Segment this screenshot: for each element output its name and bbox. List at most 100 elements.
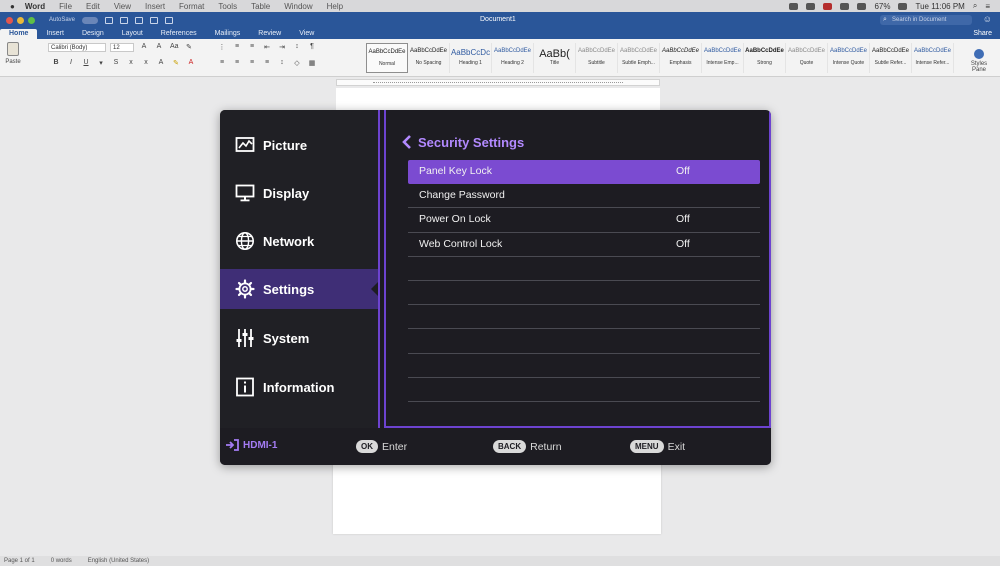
row-power-on-lock[interactable]: Power On Lock Off <box>408 208 760 233</box>
row-change-password[interactable]: Change Password <box>408 184 760 209</box>
font-color-icon[interactable]: A <box>187 59 195 67</box>
grow-font-icon[interactable]: A <box>140 43 148 51</box>
tab-review[interactable]: Review <box>249 29 290 39</box>
clear-format-icon[interactable]: ✎ <box>185 43 193 51</box>
superscript-icon[interactable]: x <box>142 59 150 67</box>
input-source[interactable]: HDMI-1 <box>226 439 277 451</box>
menu-app[interactable]: Word <box>25 2 45 11</box>
justify-icon[interactable]: ≡ <box>263 59 271 67</box>
style-subtitle[interactable]: AaBbCcDdEe Subtitle <box>576 43 618 73</box>
style-intense-quote[interactable]: AaBbCcDdEe Intense Quote <box>828 43 870 73</box>
paste-button[interactable]: Paste <box>3 42 23 65</box>
menu-table[interactable]: Table <box>251 2 270 11</box>
align-center-icon[interactable]: ≡ <box>233 59 241 67</box>
align-left-icon[interactable]: ≡ <box>218 59 226 67</box>
word-count[interactable]: 0 words <box>51 556 72 566</box>
app-status-icon[interactable] <box>823 2 833 10</box>
style-heading-1[interactable]: AaBbCcDc Heading 1 <box>450 43 492 73</box>
sidebar-item-network[interactable]: Network <box>220 221 378 261</box>
bullets-icon[interactable]: ⋮ <box>218 43 226 51</box>
shading-icon[interactable]: ◇ <box>293 59 301 67</box>
cloud-icon[interactable] <box>806 2 816 10</box>
volume-icon[interactable] <box>857 2 867 10</box>
line-spacing-icon[interactable]: ↕ <box>278 59 286 67</box>
highlight-icon[interactable]: ✎ <box>172 59 180 67</box>
autosave-toggle[interactable] <box>82 16 99 24</box>
hint-menu-exit[interactable]: MENU Exit <box>630 440 685 453</box>
style-normal[interactable]: AaBbCcDdEe Normal <box>366 43 408 73</box>
print-icon[interactable] <box>165 16 174 24</box>
tab-view[interactable]: View <box>290 29 323 39</box>
redo-icon[interactable] <box>150 16 159 24</box>
underline-dropdown-icon[interactable]: ▾ <box>97 59 105 67</box>
menu-help[interactable]: Help <box>327 2 343 11</box>
tab-design[interactable]: Design <box>73 29 113 39</box>
wifi-icon[interactable] <box>840 2 850 10</box>
paragraph-marks-icon[interactable]: ¶ <box>308 43 316 51</box>
menu-edit[interactable]: Edit <box>86 2 100 11</box>
row-web-control-lock[interactable]: Web Control Lock Off <box>408 233 760 257</box>
menu-window[interactable]: Window <box>284 2 312 11</box>
row-panel-key-lock[interactable]: Panel Key Lock Off <box>408 160 760 185</box>
text-effects-icon[interactable]: A <box>157 59 165 67</box>
font-name-select[interactable]: Calibri (Body) <box>48 43 106 52</box>
style-quote[interactable]: AaBbCcDdEe Quote <box>786 43 828 73</box>
multilevel-list-icon[interactable]: ≡ <box>248 43 256 51</box>
sidebar-item-display[interactable]: Display <box>220 173 378 213</box>
sidebar-item-information[interactable]: Information <box>220 367 378 407</box>
increase-indent-icon[interactable]: ⇥ <box>278 43 286 51</box>
tab-mailings[interactable]: Mailings <box>206 29 250 39</box>
bold-icon[interactable]: B <box>52 59 60 67</box>
style-emphasis[interactable]: AaBbCcDdEe Emphasis <box>660 43 702 73</box>
menu-insert[interactable]: Insert <box>145 2 165 11</box>
notification-center-icon[interactable]: ≡ <box>985 2 990 11</box>
document-page[interactable] <box>336 88 660 112</box>
align-right-icon[interactable]: ≡ <box>248 59 256 67</box>
save-icon[interactable] <box>120 16 129 24</box>
style-subtle-reference[interactable]: AaBbCcDdEe Subtle Refer... <box>870 43 912 73</box>
feedback-smiley-icon[interactable]: ☺ <box>983 14 992 24</box>
sort-icon[interactable]: ↕ <box>293 43 301 51</box>
styles-pane-button[interactable]: Styles Pane <box>968 49 990 73</box>
menu-format[interactable]: Format <box>179 2 204 11</box>
tab-home[interactable]: Home <box>0 29 38 39</box>
horizontal-ruler[interactable] <box>336 79 660 86</box>
close-window-button[interactable] <box>6 16 13 24</box>
language-status[interactable]: English (United States) <box>88 556 149 566</box>
style-title[interactable]: AaBb(Title <box>534 43 576 73</box>
menu-tools[interactable]: Tools <box>218 2 237 11</box>
sidebar-item-settings[interactable]: Settings <box>220 269 379 309</box>
battery-percent[interactable]: 67% <box>874 2 890 11</box>
sidebar-item-picture[interactable]: Picture <box>220 125 378 165</box>
italic-icon[interactable]: I <box>67 59 75 67</box>
zoom-window-button[interactable] <box>28 16 35 24</box>
share-button[interactable]: Share <box>973 30 992 39</box>
page-count[interactable]: Page 1 of 1 <box>4 556 35 566</box>
hint-ok-enter[interactable]: OK Enter <box>356 440 407 453</box>
battery-icon[interactable] <box>898 2 908 10</box>
menu-view[interactable]: View <box>114 2 131 11</box>
sidebar-item-system[interactable]: System <box>220 318 378 358</box>
font-size-select[interactable]: 12 <box>110 43 134 52</box>
style-intense-reference[interactable]: AaBbCcDdEe Intense Refer... <box>912 43 954 73</box>
shrink-font-icon[interactable]: A <box>155 43 163 51</box>
underline-icon[interactable]: U <box>82 59 90 67</box>
menubar-clock[interactable]: Tue 11:06 PM <box>915 2 964 11</box>
strikethrough-icon[interactable]: S <box>112 59 120 67</box>
back-chevron-icon[interactable] <box>400 134 414 150</box>
style-heading-2[interactable]: AaBbCcDdEe Heading 2 <box>492 43 534 73</box>
numbering-icon[interactable]: ≡ <box>233 43 241 51</box>
style-strong[interactable]: AaBbCcDdEe Strong <box>744 43 786 73</box>
borders-icon[interactable]: ▦ <box>308 59 316 67</box>
search-document-input[interactable]: Search in Document <box>880 15 972 25</box>
tab-references[interactable]: References <box>152 29 206 39</box>
sidebar-icon[interactable] <box>105 16 114 24</box>
hint-back-return[interactable]: BACK Return <box>493 440 562 453</box>
section-title[interactable]: Security Settings <box>400 134 524 150</box>
style-intense-emphasis[interactable]: AaBbCcDdEe Intense Emp... <box>702 43 744 73</box>
change-case-icon[interactable]: Aa <box>170 43 179 51</box>
spotlight-icon[interactable]: ⌕ <box>973 1 977 11</box>
undo-icon[interactable] <box>135 16 144 24</box>
subscript-icon[interactable]: x <box>127 59 135 67</box>
decrease-indent-icon[interactable]: ⇤ <box>263 43 271 51</box>
